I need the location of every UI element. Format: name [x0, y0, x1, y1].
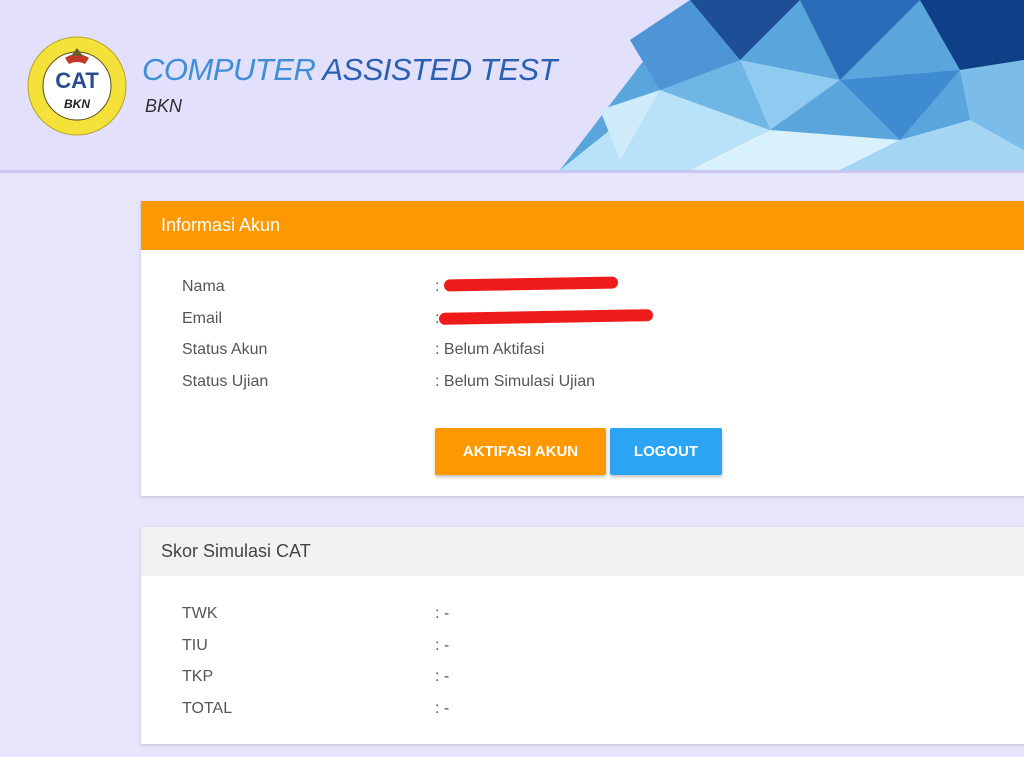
svg-text:BKN: BKN	[64, 97, 90, 111]
tiu-value: : -	[435, 637, 450, 654]
tiu-label: TIU	[182, 637, 208, 654]
status-akun-value: : Belum Aktifasi	[435, 341, 545, 358]
app-title: COMPUTER ASSISTED TEST	[142, 52, 558, 87]
score-panel: Skor Simulasi CAT TWK : - TIU : - TKP : …	[141, 527, 1024, 744]
activate-account-button[interactable]: AKTIFASI AKUN	[435, 428, 606, 475]
score-row-tiu: TIU : -	[182, 630, 982, 661]
account-info-panel: Informasi Akun Nama : Email : Status Aku…	[141, 201, 1024, 496]
logout-button[interactable]: LOGOUT	[610, 428, 722, 475]
nama-value: :	[435, 278, 440, 295]
total-value: : -	[435, 700, 450, 717]
total-label: TOTAL	[182, 700, 233, 717]
twk-value: : -	[435, 605, 450, 622]
email-label: Email	[182, 310, 223, 327]
tkp-value: : -	[435, 668, 450, 685]
site-header: CAT BKN COMPUTER ASSISTED TEST BKN	[0, 0, 1024, 173]
score-row-twk: TWK : -	[182, 598, 982, 629]
tkp-label: TKP	[182, 668, 214, 685]
score-row-total: TOTAL : -	[182, 693, 982, 724]
score-title: Skor Simulasi CAT	[141, 527, 1024, 576]
nama-label: Nama	[182, 278, 225, 295]
cat-bkn-logo: CAT BKN	[27, 36, 127, 136]
status-akun-label: Status Akun	[182, 341, 268, 358]
status-ujian-label: Status Ujian	[182, 373, 269, 390]
twk-label: TWK	[182, 605, 218, 622]
account-info-title: Informasi Akun	[141, 201, 1024, 250]
crystal-banner-graphic	[560, 0, 1024, 170]
account-row-status-akun: Status Akun : Belum Aktifasi	[182, 334, 982, 365]
svg-text:CAT: CAT	[55, 68, 99, 93]
app-subtitle: BKN	[145, 96, 183, 116]
score-row-tkp: TKP : -	[182, 661, 982, 692]
status-ujian-value: : Belum Simulasi Ujian	[435, 373, 596, 390]
account-row-status-ujian: Status Ujian : Belum Simulasi Ujian	[182, 366, 982, 397]
